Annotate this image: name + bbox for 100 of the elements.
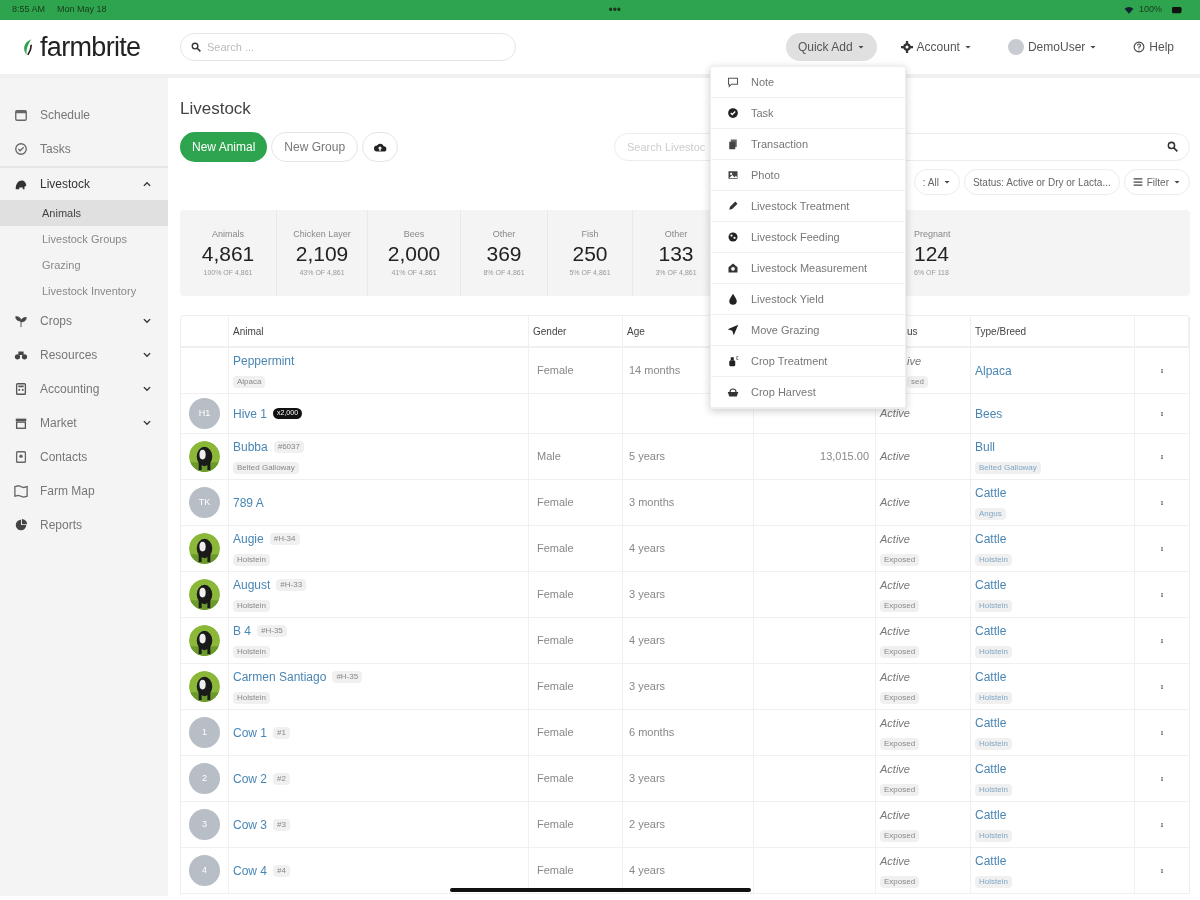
tag: #6037 bbox=[273, 441, 304, 454]
type-link[interactable]: Cattle bbox=[975, 806, 1134, 825]
menu-item[interactable]: Livestock Yield bbox=[711, 284, 905, 315]
menu-item[interactable]: Photo bbox=[711, 160, 905, 191]
type-link[interactable]: Alpaca bbox=[975, 361, 1134, 380]
table-cell-text: Female bbox=[537, 495, 574, 511]
sidebar-subitem[interactable]: Livestock Groups bbox=[0, 226, 168, 252]
status-date: Mon May 18 bbox=[57, 3, 107, 17]
sidebar-subitem[interactable]: Grazing bbox=[0, 252, 168, 278]
tag: Holstein bbox=[975, 692, 1012, 705]
menu-item[interactable]: Move Grazing bbox=[711, 315, 905, 346]
animal-link[interactable]: Cow 3 bbox=[233, 815, 267, 834]
animal-link[interactable]: Carmen Santiago bbox=[233, 668, 327, 687]
sidebar-item[interactable]: Tasks bbox=[0, 132, 168, 166]
sidebar-subitem[interactable]: Livestock Inventory bbox=[0, 278, 168, 304]
type-link[interactable]: Bees bbox=[975, 404, 1134, 423]
column-header[interactable]: Gender bbox=[533, 323, 567, 339]
type-link[interactable]: Cattle bbox=[975, 484, 1134, 503]
menu-item[interactable]: Task bbox=[711, 98, 905, 129]
status-text: ive bbox=[907, 354, 923, 369]
type-link[interactable]: Cattle bbox=[975, 576, 1134, 595]
stat-label: Pregnant bbox=[914, 227, 951, 241]
animal-link[interactable]: Peppermint bbox=[233, 352, 295, 371]
menu-item[interactable]: Note bbox=[711, 67, 905, 98]
menu-dropdown[interactable]: Account bbox=[888, 33, 984, 61]
column-header[interactable]: Type/Breed bbox=[975, 323, 1027, 339]
stat-label: Animals bbox=[212, 227, 244, 241]
tag: #2 bbox=[273, 772, 290, 785]
sidebar-item[interactable]: Contacts bbox=[0, 440, 168, 474]
animal-link[interactable]: Cow 4 bbox=[233, 861, 267, 880]
animal-link[interactable]: 789 A bbox=[233, 493, 264, 512]
sidebar-item[interactable]: Accounting bbox=[0, 372, 168, 406]
table-cell-text: Female bbox=[537, 725, 574, 741]
tag: Holstein bbox=[233, 646, 270, 659]
type-link[interactable]: Cattle bbox=[975, 622, 1134, 641]
chevron-down-icon bbox=[142, 316, 152, 326]
animal-link[interactable]: Hive 1 bbox=[233, 404, 267, 423]
contacts-icon bbox=[14, 450, 28, 464]
animal-link[interactable]: B 4 bbox=[233, 622, 251, 641]
animal-link[interactable]: Cow 1 bbox=[233, 723, 267, 742]
menu-item[interactable]: Livestock Feeding bbox=[711, 222, 905, 253]
tag: Alpaca bbox=[233, 376, 266, 389]
type-link[interactable]: Cattle bbox=[975, 714, 1134, 733]
type-link[interactable]: Cattle bbox=[975, 530, 1134, 549]
sidebar-item[interactable]: Crops bbox=[0, 304, 168, 338]
type-link[interactable]: Cattle bbox=[975, 852, 1134, 871]
sidebar-item[interactable]: Schedule bbox=[0, 98, 168, 132]
stat-value: 250 bbox=[572, 241, 608, 268]
status-time: 8:55 AM bbox=[12, 3, 46, 17]
type-link[interactable]: Bull bbox=[975, 438, 1134, 457]
sidebar-subitem[interactable]: Animals bbox=[0, 200, 168, 226]
type-link[interactable]: Cattle bbox=[975, 668, 1134, 687]
stat-value: 369 bbox=[486, 241, 522, 268]
table-cell-text: Female bbox=[537, 679, 574, 695]
column-header[interactable]: Animal bbox=[233, 323, 264, 339]
animal-link[interactable]: Bubba bbox=[233, 438, 268, 457]
stat-label: Fish bbox=[581, 227, 599, 241]
type-link[interactable]: Cattle bbox=[975, 760, 1134, 779]
menu-item[interactable]: Crop Treatment bbox=[711, 346, 905, 377]
table-cell-text: 4 years bbox=[629, 633, 666, 649]
avatar: H1 bbox=[189, 398, 220, 429]
tag: #H-34 bbox=[269, 533, 300, 546]
help-link[interactable]: Help bbox=[1121, 33, 1186, 61]
animal-link[interactable]: Augie bbox=[233, 530, 264, 549]
animal-link[interactable]: August bbox=[233, 576, 271, 595]
help-icon bbox=[1133, 41, 1146, 53]
table-cell-text: 13,015.00 bbox=[820, 449, 869, 465]
menu-dropdown[interactable]: DemoUser bbox=[995, 33, 1110, 61]
tag: Holstein bbox=[233, 600, 270, 613]
menu-item[interactable]: Livestock Treatment bbox=[711, 191, 905, 222]
table-cell-text: Female bbox=[537, 587, 574, 603]
status-text: Active bbox=[880, 716, 911, 731]
sidebar-item[interactable]: Market bbox=[0, 406, 168, 440]
tag: Holstein bbox=[975, 646, 1012, 659]
avatar: TK bbox=[189, 487, 220, 518]
basket-icon bbox=[727, 386, 739, 398]
chevron-up-icon bbox=[142, 179, 152, 189]
column-header[interactable]: Age bbox=[627, 323, 645, 339]
tag: #H-35 bbox=[332, 671, 363, 684]
tag: Exposed bbox=[880, 829, 920, 842]
table-cell-text: 3 years bbox=[629, 771, 666, 787]
menu-dropdown[interactable]: Quick Add bbox=[785, 33, 877, 61]
tag: Angus bbox=[975, 508, 1006, 521]
search-field[interactable]: Search ... bbox=[180, 33, 516, 61]
tag: Belted Galloway bbox=[233, 462, 299, 475]
sidebar-item[interactable]: Farm Map bbox=[0, 474, 168, 508]
table-cell-text: Female bbox=[537, 863, 574, 879]
avatar: 2 bbox=[189, 763, 220, 794]
column-header[interactable]: us bbox=[907, 323, 918, 339]
animal-link[interactable]: Cow 2 bbox=[233, 769, 267, 788]
sidebar-item[interactable]: Reports bbox=[0, 508, 168, 542]
battery-percent: 100% bbox=[1138, 3, 1162, 17]
status-text: Active bbox=[880, 854, 911, 869]
menu-item[interactable]: Transaction bbox=[711, 129, 905, 160]
sidebar-item[interactable]: Resources bbox=[0, 338, 168, 372]
tag: #H-35 bbox=[257, 625, 287, 638]
status-text: Active bbox=[880, 495, 911, 511]
new-animal-button[interactable]: New Animal bbox=[180, 132, 268, 162]
menu-item[interactable]: Livestock Measurement bbox=[711, 253, 905, 284]
menu-item[interactable]: Crop Harvest bbox=[711, 377, 905, 408]
